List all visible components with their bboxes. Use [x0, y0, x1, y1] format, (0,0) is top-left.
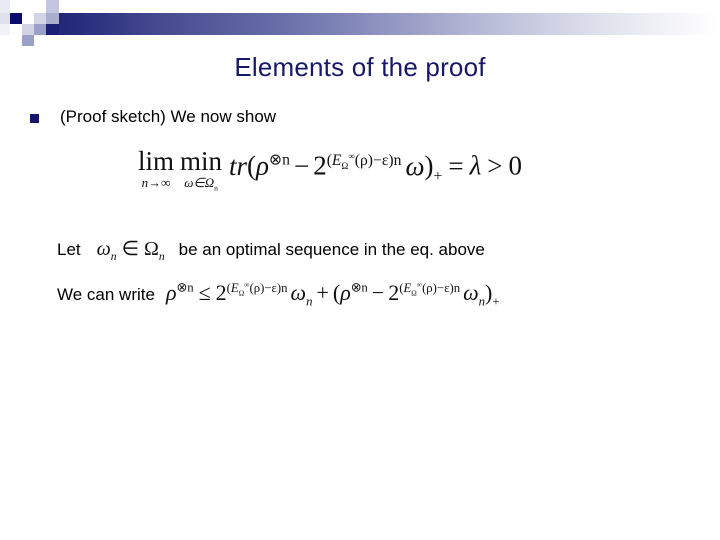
deco-block: [34, 13, 46, 24]
rho-symbol: ρ: [256, 150, 270, 181]
min-subscript: ω∈Ωn: [180, 175, 222, 192]
exponent-group: (EΩ∞(ρ)−ε)n: [227, 280, 288, 298]
deco-block: [22, 35, 34, 46]
omega-symbol: ω: [290, 280, 307, 305]
exponent-minus-epsilon: −ε: [372, 151, 389, 169]
deco-block: [22, 13, 34, 24]
let-prefix: Let: [57, 240, 81, 259]
trace-symbol: tr: [229, 150, 248, 181]
zero-value: 0: [508, 150, 523, 181]
deco-block: [46, 0, 59, 13]
deco-block: [34, 24, 46, 35]
rho-exponent: ⊗n: [350, 280, 368, 295]
minus-sign: −: [371, 280, 385, 305]
min-subscript-main: ω∈Ω: [184, 175, 215, 190]
exponent-close: )n: [388, 151, 402, 169]
big-omega-subscript: n: [158, 250, 165, 263]
bullet-item-label: (Proof sketch) We now show: [60, 107, 277, 126]
exponent-E: E: [230, 280, 239, 295]
exponent-argument: (ρ): [422, 280, 437, 295]
rho-exponent: ⊗n: [176, 280, 194, 295]
exponent-E-subscript: Ω: [341, 160, 349, 171]
deco-block: [0, 35, 10, 46]
omega-subscript: n: [110, 250, 117, 263]
base-two: 2: [215, 280, 227, 305]
deco-block: [10, 0, 22, 13]
exponent-E-subscript: Ω: [411, 288, 417, 298]
deco-block-dark: [46, 24, 59, 35]
less-equal-sign: ≤: [198, 280, 211, 305]
rho-symbol: ρ: [165, 280, 177, 305]
deco-block: [46, 13, 59, 24]
write-prefix: We can write: [57, 285, 155, 304]
minus-sign: −: [293, 150, 310, 181]
gradient-band: [34, 13, 720, 35]
omega-symbol: ω: [463, 280, 479, 305]
deco-block: [34, 35, 46, 46]
deco-block: [0, 0, 10, 13]
element-of-sign: ∈: [121, 238, 139, 260]
exponent-group: (EΩ∞(ρ)−ε)n: [327, 151, 402, 171]
exponent-close: )n: [276, 280, 288, 295]
exponent-E-subscript: Ω: [238, 288, 245, 298]
deco-block: [0, 13, 10, 24]
square-bullet-icon: [30, 114, 39, 123]
deco-block: [10, 35, 22, 46]
exponent-E: E: [331, 151, 342, 169]
bullet-item: (Proof sketch) We now show: [30, 106, 690, 128]
equals-sign: =: [448, 150, 464, 181]
write-inline-equation: ρ⊗n ≤2(EΩ∞(ρ)−ε)n ωn + (ρ⊗n −2(EΩ∞(ρ)−ε)n ωn)+: [165, 280, 500, 309]
limit-operator: lim n→∞: [138, 146, 175, 190]
exponent-minus-epsilon: −ε: [264, 280, 277, 295]
min-subscript-index: n: [214, 183, 218, 193]
omega-symbol: ω: [405, 150, 425, 181]
equation-main: lim n→∞ min ω∈Ωn tr(ρ⊗n −2(EΩ∞(ρ)−ε)n ω)+ =…: [138, 146, 523, 192]
deco-block: [0, 24, 10, 35]
greater-than-sign: >: [487, 150, 503, 181]
limit-op-label: lim: [138, 146, 175, 176]
exponent-group: (EΩ∞(ρ)−ε)n: [399, 280, 461, 298]
omega-symbol: ω: [96, 238, 111, 260]
exponent-minus-epsilon: −ε: [436, 280, 450, 295]
deco-block: [59, 0, 72, 13]
exponent-argument: (ρ): [249, 280, 265, 295]
big-omega-symbol: Ω: [143, 238, 159, 260]
lambda-symbol: λ: [469, 150, 482, 181]
let-suffix: be an optimal sequence in the eq. above: [178, 240, 485, 259]
deco-block: [10, 24, 22, 35]
base-two: 2: [313, 150, 327, 181]
deco-block: [34, 0, 46, 13]
exponent-close: )n: [449, 280, 461, 295]
exponent-argument: (ρ): [354, 151, 373, 169]
write-line: We can write ρ⊗n ≤2(EΩ∞(ρ)−ε)n ωn + (ρ⊗n −2(E…: [57, 280, 500, 309]
deco-block: [22, 24, 34, 35]
positive-part-subscript: +: [492, 294, 500, 309]
min-operator: min ω∈Ωn: [180, 146, 223, 192]
let-inline-equation: ωn ∈ Ωn: [96, 236, 165, 263]
plus-sign: +: [316, 280, 329, 305]
rho-exponent: ⊗n: [269, 151, 290, 169]
deco-block: [22, 0, 34, 13]
base-two: 2: [388, 280, 400, 305]
close-paren: ): [424, 150, 434, 181]
limit-subscript: n→∞: [141, 175, 171, 190]
slide-canvas: Elements of the proof (Proof sketch) We …: [0, 0, 720, 540]
positive-part-subscript: +: [433, 168, 443, 186]
min-op-label: min: [180, 146, 223, 176]
let-line: Let ωn ∈ Ωn be an optimal sequence in the …: [57, 236, 485, 263]
open-paren: (: [247, 150, 257, 181]
omega-subscript: n: [306, 294, 313, 309]
page-title: Elements of the proof: [234, 52, 486, 82]
slide-header-decoration: [0, 0, 720, 46]
deco-block-dark: [10, 13, 22, 24]
rho-symbol: ρ: [340, 280, 351, 305]
